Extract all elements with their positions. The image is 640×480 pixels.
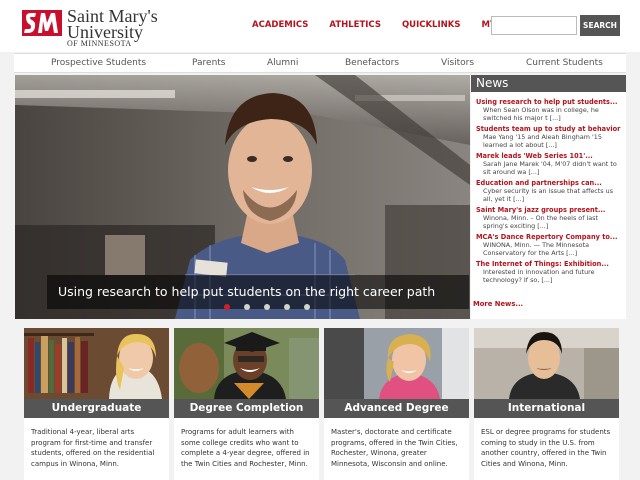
news-headline[interactable]: MCA's Dance Repertory Company to... (476, 233, 624, 241)
slideshow-pager (224, 304, 324, 310)
program-card-international: International ESL or degree programs for… (474, 328, 619, 480)
slide-dot[interactable] (284, 304, 290, 310)
news-item[interactable]: Students team up to study at behavior Ma… (476, 125, 624, 149)
news-item[interactable]: Marek leads 'Web Series 101'... Sarah Ja… (476, 152, 624, 176)
smu-logo-mark-icon (22, 10, 62, 36)
news-headline[interactable]: Students team up to study at behavior (476, 125, 624, 133)
news-item[interactable]: Saint Mary's jazz groups present... Wino… (476, 206, 624, 230)
news-summary: When Sean Olson was in college, he switc… (483, 106, 599, 122)
program-title-bar[interactable]: Degree Completion (174, 399, 319, 418)
news-summary: Winona, Minn. – On the heels of last spr… (483, 214, 599, 230)
news-title: News (476, 76, 509, 90)
news-headline[interactable]: Education and partnerships can... (476, 179, 624, 187)
news-item[interactable]: Using research to help put students... W… (476, 98, 624, 122)
university-logo[interactable]: Saint Mary's University OF MINNESOTA (22, 6, 162, 48)
news-item[interactable]: MCA's Dance Repertory Company to... WINO… (476, 233, 624, 257)
news-headline[interactable]: Marek leads 'Web Series 101'... (476, 152, 624, 160)
hero-caption[interactable]: Using research to help put students on t… (58, 284, 435, 299)
program-title-bar[interactable]: Undergraduate (24, 399, 169, 418)
degree-completion-graduate-photo (174, 328, 319, 399)
program-card-undergraduate: Undergraduate Traditional 4-year, libera… (24, 328, 169, 480)
slide-dot[interactable] (264, 304, 270, 310)
program-description: ESL or degree programs for students comi… (481, 428, 611, 468)
program-title[interactable]: International (474, 402, 619, 414)
program-title-bar[interactable]: Advanced Degree (324, 399, 469, 418)
news-item[interactable]: The Internet of Things: Exhibition... In… (476, 260, 624, 284)
audience-link-parents[interactable]: Parents (192, 58, 226, 68)
hero-slideshow[interactable]: Using research to help put students on t… (15, 75, 470, 319)
logo-text-of-minnesota: OF MINNESOTA (67, 39, 132, 48)
program-title[interactable]: Degree Completion (174, 402, 319, 414)
program-card-degree-completion: Degree Completion Programs for adult lea… (174, 328, 319, 480)
audience-link-visitors[interactable]: Visitors (441, 58, 474, 68)
advanced-degree-student-photo (324, 328, 469, 399)
search-input[interactable] (491, 16, 577, 35)
slide-dot[interactable] (224, 304, 230, 310)
news-header: News (471, 75, 626, 92)
audience-link-current-students[interactable]: Current Students (526, 58, 603, 68)
more-news-link[interactable]: More News... (473, 300, 523, 308)
news-panel: News Using research to help put students… (471, 75, 626, 319)
search-button[interactable]: SEARCH (580, 15, 620, 36)
program-description: Programs for adult learners with some co… (181, 428, 310, 468)
news-item[interactable]: Education and partnerships can... Cyber … (476, 179, 624, 203)
news-headline[interactable]: Using research to help put students... (476, 98, 624, 106)
topnav-athletics[interactable]: ATHLETICS (329, 20, 381, 30)
program-title[interactable]: Advanced Degree (324, 402, 469, 414)
slide-dot[interactable] (304, 304, 310, 310)
audience-link-prospective-students[interactable]: Prospective Students (51, 58, 146, 68)
news-headline[interactable]: The Internet of Things: Exhibition... (476, 260, 624, 268)
international-student-photo (474, 328, 619, 399)
program-description: Traditional 4-year, liberal arts program… (31, 428, 155, 468)
news-summary: Cyber security is an issue that affects … (483, 187, 614, 203)
news-summary: Interested in innovation and future tech… (483, 268, 595, 284)
audience-link-alumni[interactable]: Alumni (267, 58, 298, 68)
audience-navigation: Prospective Students Parents Alumni Bene… (14, 53, 626, 73)
topnav-quicklinks[interactable]: QUICKLINKS (402, 20, 461, 30)
slide-dot[interactable] (244, 304, 250, 310)
news-summary: Mae Yang '15 and Aleah Bingham '15 learn… (483, 133, 602, 149)
program-title[interactable]: Undergraduate (24, 402, 169, 414)
news-headline[interactable]: Saint Mary's jazz groups present... (476, 206, 624, 214)
site-header: Saint Mary's University OF MINNESOTA ACA… (0, 0, 640, 52)
program-card-advanced-degree: Advanced Degree Master's, doctorate and … (324, 328, 469, 480)
program-description: Master's, doctorate and certificate prog… (331, 428, 458, 468)
undergraduate-student-photo (24, 328, 169, 399)
news-summary: WINONA, Minn. — The Minnesota Conservato… (483, 241, 590, 257)
audience-link-benefactors[interactable]: Benefactors (345, 58, 399, 68)
news-summary: Sarah Jane Marek '04, M'07 didn't want t… (483, 160, 617, 176)
topnav-academics[interactable]: ACADEMICS (252, 20, 308, 30)
program-title-bar[interactable]: International (474, 399, 619, 418)
